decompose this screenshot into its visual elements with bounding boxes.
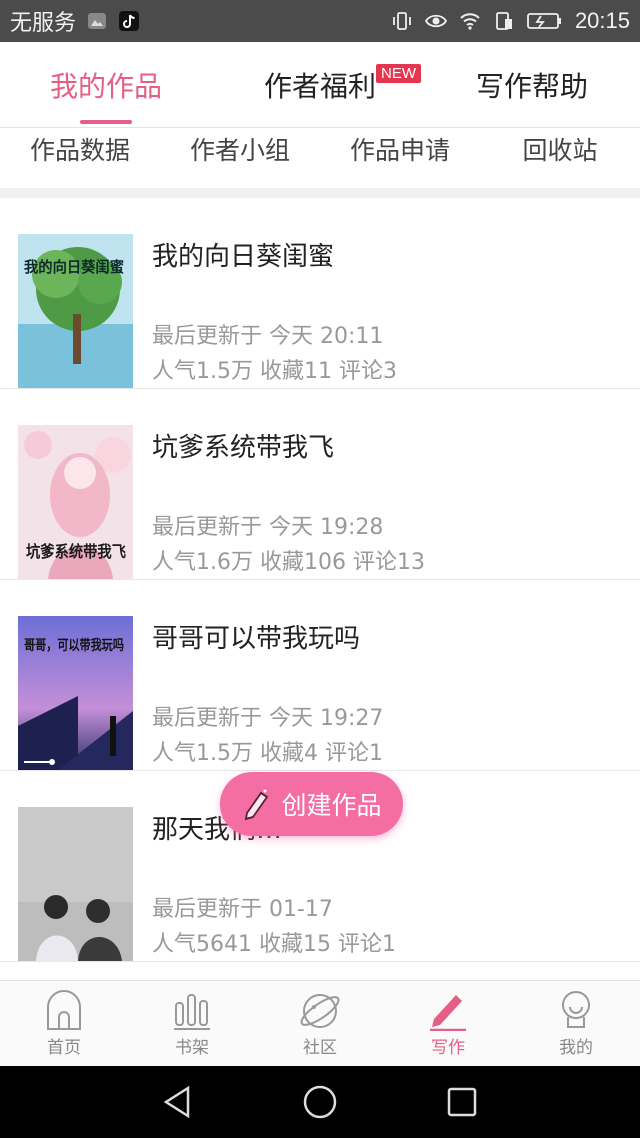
work-stats: 人气1.6万 收藏106 评论13 <box>152 550 425 575</box>
tiktok-icon <box>119 11 140 31</box>
cover-lettering: 我的向日葵闺蜜 <box>24 258 124 276</box>
wifi-icon <box>460 13 480 30</box>
tab-my-works-label: 我的作品 <box>49 70 162 103</box>
work-stats: 人气1.5万 收藏11 评论3 <box>152 359 397 384</box>
gallery-icon <box>88 13 107 29</box>
nav-bookshelf-label: 书架 <box>175 1038 209 1058</box>
tab-writing-help[interactable]: 写作帮助 <box>452 42 612 128</box>
top-tab-bar: 我的作品 作者福利 NEW 写作帮助 <box>0 42 640 128</box>
book-cover[interactable]: 坑爹系统带我飞 <box>18 425 133 579</box>
nav-bookshelf[interactable]: 书架 <box>128 981 256 1067</box>
active-tab-indicator <box>80 120 132 124</box>
vibrate-icon <box>393 12 411 30</box>
status-bar: 无服务 20:15 <box>0 0 640 42</box>
nav-home-label: 首页 <box>47 1038 81 1058</box>
work-item[interactable]: 坑爹系统带我飞 坑爹系统带我飞 最后更新于 今天 19:28 人气1.6万 收藏… <box>0 389 640 580</box>
work-stats: 人气5641 收藏15 评论1 <box>152 932 396 957</box>
profile-icon <box>562 991 590 1028</box>
subtab-work-application[interactable]: 作品申请 <box>320 128 480 170</box>
home-circle-icon[interactable] <box>302 1084 338 1120</box>
home-icon <box>47 990 81 1030</box>
work-item[interactable]: 我的向日葵闺蜜 我的向日葵闺蜜 最后更新于 今天 20:11 人气1.5万 收藏… <box>0 198 640 389</box>
bottom-navigation: 首页 书架 社区 写作 我的 <box>0 980 640 1066</box>
nav-home[interactable]: 首页 <box>0 981 128 1067</box>
subtab-author-group[interactable]: 作者小组 <box>160 128 320 170</box>
nav-community-label: 社区 <box>303 1038 337 1058</box>
work-item[interactable]: 哥哥，可以带我玩吗 哥哥可以带我玩吗 最后更新于 今天 19:27 人气1.5万… <box>0 580 640 771</box>
tab-author-benefits-label: 作者福利 <box>263 70 376 103</box>
tab-author-benefits[interactable]: 作者福利 <box>240 42 400 128</box>
system-navigation-bar <box>0 1066 640 1138</box>
work-title: 我的向日葵闺蜜 <box>152 242 335 272</box>
nav-write-label: 写作 <box>431 1038 465 1058</box>
nav-me[interactable]: 我的 <box>512 981 640 1067</box>
eye-icon <box>424 14 447 28</box>
create-work-button[interactable]: 创建作品 <box>220 772 403 836</box>
work-stats: 人气1.5万 收藏4 评论1 <box>152 741 383 766</box>
tab-my-works[interactable]: 我的作品 <box>26 42 186 128</box>
bookshelf-icon <box>174 994 210 1030</box>
nav-community[interactable]: 社区 <box>256 981 384 1067</box>
carrier-text: 无服务 <box>10 11 77 36</box>
section-divider <box>0 188 640 198</box>
back-icon[interactable] <box>160 1084 196 1120</box>
pencil-icon <box>245 789 269 821</box>
clock-text: 20:15 <box>574 8 630 33</box>
work-updated: 最后更新于 今天 20:11 <box>152 324 384 349</box>
create-work-label: 创建作品 <box>281 791 382 820</box>
tab-writing-help-label: 写作帮助 <box>475 70 588 103</box>
work-updated: 最后更新于 01-17 <box>152 897 333 922</box>
subtab-recycle-bin[interactable]: 回收站 <box>480 128 640 170</box>
cover-lettering: 哥哥，可以带我玩吗 <box>24 638 124 654</box>
work-title: 坑爹系统带我飞 <box>152 433 335 463</box>
book-cover[interactable]: 我的向日葵闺蜜 <box>18 234 133 388</box>
work-updated: 最后更新于 今天 19:27 <box>152 706 384 731</box>
recents-icon[interactable] <box>444 1084 480 1120</box>
subtab-work-data[interactable]: 作品数据 <box>0 128 160 170</box>
nav-me-label: 我的 <box>559 1038 593 1058</box>
book-cover[interactable]: 哥哥，可以带我玩吗 <box>18 616 133 770</box>
work-title: 哥哥可以带我玩吗 <box>152 624 361 654</box>
nav-write[interactable]: 写作 <box>384 981 512 1067</box>
book-cover[interactable] <box>18 807 133 961</box>
sub-tab-bar: 作品数据 作者小组 作品申请 回收站 <box>0 128 640 190</box>
pen-icon <box>430 995 466 1031</box>
work-updated: 最后更新于 今天 19:28 <box>152 515 384 540</box>
sim-icon <box>496 12 512 30</box>
new-badge: NEW <box>376 64 421 83</box>
cover-lettering: 坑爹系统带我飞 <box>26 542 126 561</box>
battery-icon <box>527 13 561 29</box>
planet-icon <box>300 994 340 1028</box>
